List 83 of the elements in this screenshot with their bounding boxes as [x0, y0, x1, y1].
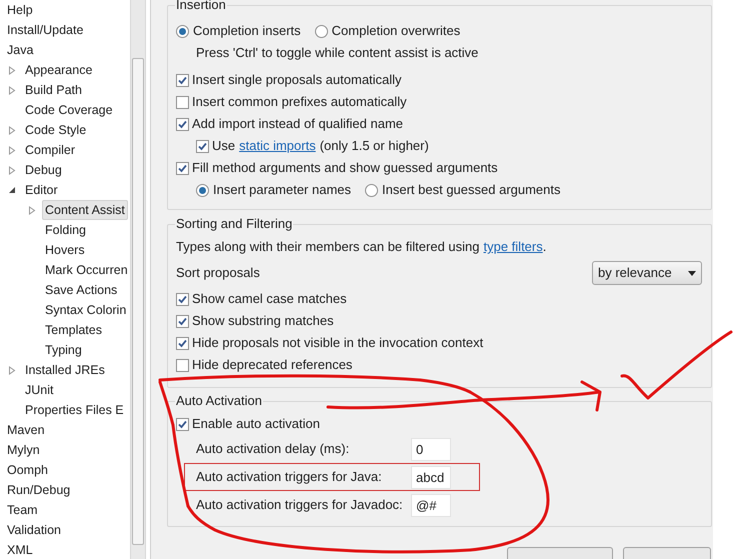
tree-item[interactable]: Editor: [22, 180, 61, 200]
collapsed-triangle-icon[interactable]: [8, 86, 16, 94]
checkbox-label[interactable]: Show camel case matches: [192, 289, 347, 309]
checkbox-label[interactable]: Fill method arguments and show guessed arguments: [192, 158, 498, 178]
tree-item[interactable]: Build Path: [22, 80, 85, 100]
input-field[interactable]: 0: [411, 438, 451, 460]
collapsed-triangle-icon[interactable]: [8, 66, 16, 74]
field-label: Auto activation delay (ms):: [196, 440, 350, 458]
tree-item[interactable]: Folding: [42, 220, 89, 240]
tree-item[interactable]: Save Actions: [42, 280, 120, 300]
radio-button[interactable]: [176, 24, 189, 38]
tree-item[interactable]: Help: [4, 0, 36, 20]
checkbox[interactable]: [176, 96, 189, 108]
collapsed-triangle-icon[interactable]: [8, 366, 16, 374]
checkbox-label[interactable]: Hide deprecated references: [192, 355, 352, 375]
tree-item[interactable]: Compiler: [22, 140, 78, 160]
scrollbar-thumb[interactable]: [132, 58, 144, 545]
collapsed-triangle-icon[interactable]: [8, 146, 16, 154]
collapsed-triangle-icon[interactable]: [28, 206, 36, 214]
input-field[interactable]: @#: [411, 494, 451, 516]
checkbox-label[interactable]: Hide proposals not visible in the invocation context: [192, 333, 484, 353]
field-label: Auto activation triggers for Java:: [196, 468, 383, 486]
radio-button[interactable]: [314, 24, 328, 38]
radio-button[interactable]: [196, 184, 209, 196]
radio-label[interactable]: Completion overwrites: [332, 21, 460, 41]
tree-item[interactable]: Code Coverage: [22, 100, 116, 120]
tree-item[interactable]: Debug: [22, 160, 65, 180]
scrollbar[interactable]: [130, 0, 146, 559]
collapsed-triangle-icon[interactable]: [8, 166, 16, 174]
radio-label[interactable]: Insert best guessed arguments: [382, 180, 561, 200]
tree-item[interactable]: Java: [4, 40, 36, 60]
description-text: Types along with their members can be filtered using: [176, 238, 480, 256]
tree-item[interactable]: Properties Files E: [22, 400, 127, 420]
checkbox-label[interactable]: Insert common prefixes automatically: [192, 92, 407, 112]
tree-item[interactable]: Team: [4, 500, 41, 520]
checkbox[interactable]: [176, 74, 189, 86]
tree-item[interactable]: JUnit: [22, 380, 56, 400]
input-field[interactable]: abcd: [411, 466, 451, 488]
radio-label[interactable]: Completion inserts: [193, 21, 301, 41]
tree-item[interactable]: Hovers: [42, 240, 88, 260]
tree-item[interactable]: Oomph: [4, 460, 51, 480]
checkbox[interactable]: [176, 358, 189, 372]
hint-text: Press 'Ctrl' to toggle while content assist is active: [196, 44, 478, 62]
checkbox[interactable]: [176, 292, 189, 306]
tree-item[interactable]: Run/Debug: [4, 480, 74, 500]
tree-item[interactable]: Maven: [4, 420, 48, 440]
link[interactable]: type filters: [484, 237, 543, 257]
link[interactable]: static imports: [239, 136, 316, 156]
button[interactable]: [623, 547, 711, 559]
tree-item[interactable]: Templates: [42, 320, 105, 340]
sort-dropdown[interactable]: by relevance: [592, 261, 702, 285]
dropdown-arrow-icon: [688, 270, 696, 276]
tree-item[interactable]: Appearance: [22, 60, 96, 80]
checkbox-label[interactable]: Show substring matches: [192, 311, 334, 331]
field-label: Auto activation triggers for Javadoc:: [196, 496, 404, 514]
tree-item[interactable]: Syntax Colorin: [42, 300, 130, 320]
tree-item[interactable]: Mark Occurren: [42, 260, 130, 280]
punctuation-text: .: [542, 238, 546, 256]
tree-item[interactable]: Content Assist: [42, 200, 128, 220]
tree-item[interactable]: Typing: [42, 340, 85, 360]
collapsed-triangle-icon[interactable]: [8, 126, 16, 134]
radio-label[interactable]: Insert parameter names: [213, 180, 352, 200]
checkbox-label[interactable]: Insert single proposals automatically: [192, 70, 402, 90]
tree-item[interactable]: Validation: [4, 520, 64, 540]
checkbox[interactable]: [196, 140, 209, 152]
expanded-triangle-icon[interactable]: [8, 186, 16, 194]
tree-item[interactable]: Install/Update: [4, 20, 86, 40]
tree-item[interactable]: Installed JREs: [22, 360, 108, 380]
checkbox-note: (only 1.5 or higher): [320, 137, 429, 156]
radio-button[interactable]: [365, 184, 378, 196]
checkbox[interactable]: [176, 314, 189, 328]
checkbox[interactable]: [176, 418, 189, 430]
checkbox-label[interactable]: Use: [212, 136, 236, 156]
tree-item[interactable]: Mylyn: [4, 440, 43, 460]
checkbox-label[interactable]: Enable auto activation: [192, 414, 320, 434]
checkbox[interactable]: [176, 162, 189, 174]
tree-item[interactable]: Code Style: [22, 120, 90, 140]
checkbox[interactable]: [176, 336, 189, 350]
field-label: Sort proposals: [176, 264, 260, 282]
checkbox-label[interactable]: Add import instead of qualified name: [192, 114, 404, 134]
tree-item[interactable]: XML: [4, 540, 36, 559]
checkbox[interactable]: [176, 118, 189, 130]
button[interactable]: [507, 547, 613, 559]
